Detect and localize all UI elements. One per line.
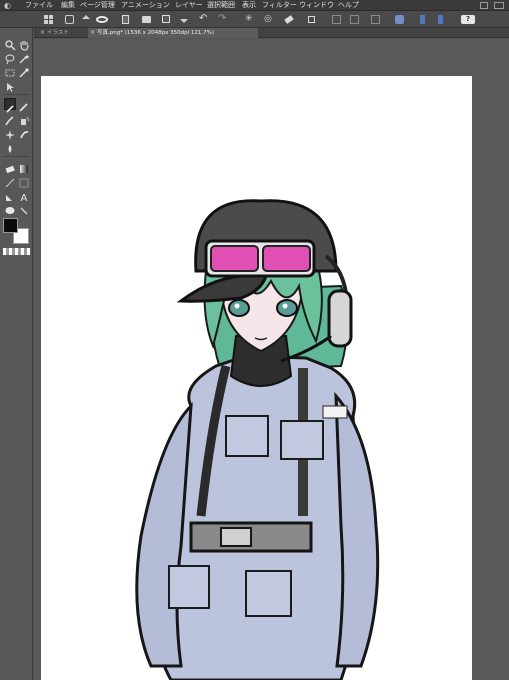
menu-page-management[interactable]: ページ管理 [80,0,115,11]
help-icon: ? [461,15,475,24]
zoom-tool-icon[interactable] [4,36,16,51]
zoom-step-button[interactable] [80,13,93,26]
menu-layer[interactable]: レイヤー [175,0,203,11]
new-file-button[interactable] [120,13,133,26]
document-tab-bar: × イラスト × 写真.png* (1536 x 2048px 350dpi 1… [34,28,509,38]
correction-tool-icon[interactable] [18,202,30,215]
blend-tool-button[interactable] [416,13,429,26]
canvas-workspace[interactable] [34,39,509,680]
pen-tool-icon[interactable] [4,98,16,113]
pencil-tool-icon[interactable] [18,98,30,112]
save-icon [162,15,170,23]
menu-help[interactable]: ヘルプ [338,0,359,11]
ruler-tool-icon[interactable] [4,188,16,201]
folder-icon [142,16,151,23]
hand-tool-icon[interactable] [18,36,30,51]
save-button[interactable] [160,13,173,26]
tool-palette: A [0,28,33,680]
command-bar: ↶ ↷ ✳ ◎ ? [0,11,509,28]
arrange-icon [180,19,188,23]
close-icon[interactable]: × [40,28,45,38]
selection-tool-3-button[interactable] [369,13,382,26]
workspace-grid-button[interactable] [42,13,55,26]
window-maximize-button[interactable] [494,2,504,9]
gradient-tool-icon[interactable] [18,160,30,173]
arrow-down-icon [438,15,443,24]
redo-button[interactable]: ↷ [216,13,229,26]
tool-separator [3,156,30,157]
decoration-tool-icon[interactable] [4,126,16,140]
blend-tool-icon[interactable] [18,126,30,139]
loading-button[interactable]: ✳ [243,13,256,26]
hand-mode-button[interactable] [63,13,76,26]
tab-illust[interactable]: × イラスト [38,28,88,38]
undo-icon: ↶ [199,13,208,24]
brush-tool-icon[interactable] [4,112,16,126]
grid-icon [44,15,53,24]
fill-tool-icon[interactable] [4,140,16,153]
selection-icon [350,15,359,24]
crop-icon [308,16,315,23]
selection-icon [332,15,341,24]
menu-selection[interactable]: 選択範囲 [207,0,235,11]
frame-border-tool-icon[interactable] [18,174,30,188]
crop-button[interactable] [305,13,318,26]
eyedropper-tool-icon[interactable] [18,64,30,78]
eraser-icon [284,15,294,24]
menu-animation[interactable]: アニメーション [121,0,170,11]
airbrush-tool-icon[interactable] [18,112,30,125]
erase-selection-button[interactable] [283,13,296,26]
menu-edit[interactable]: 編集 [61,0,75,11]
menu-bar: ◐ ファイル 編集 ページ管理 アニメーション レイヤー 選択範囲 表示 フィル… [0,0,509,11]
help-button[interactable]: ? [459,13,477,26]
tab-active-document[interactable]: × 写真.png* (1536 x 2048px 350dpi 121.7%) [88,28,258,38]
transform-icon: ◎ [264,14,272,24]
spinner-icon: ✳ [245,14,253,24]
eye-icon [96,16,108,23]
tab-label: 写真.png* (1536 x 2048px 350dpi 121.7%) [97,30,214,36]
menu-filter[interactable]: フィルター [262,0,297,11]
tab-label: イラスト [47,30,69,36]
menu-view[interactable]: 表示 [242,0,256,11]
figure-tool-icon[interactable] [4,174,16,188]
character-illustration [135,199,380,680]
window-minimize-button[interactable] [480,2,488,9]
fill-tool-button[interactable] [393,13,406,26]
arrow-down-icon [420,15,425,24]
stepper-icon [82,15,90,19]
menu-file[interactable]: ファイル [25,0,53,11]
app-logo-icon[interactable]: ◐ [4,1,13,10]
selection-tool-2-button[interactable] [348,13,361,26]
open-file-button[interactable] [140,13,153,26]
lasso-tool-icon[interactable] [4,50,16,65]
selection-icon [371,15,380,24]
transparent-color-swatch[interactable] [3,248,30,255]
selection-tool-1-button[interactable] [330,13,343,26]
object-tool-icon[interactable] [4,78,16,92]
companion-button[interactable] [94,13,111,26]
menu-window[interactable]: ウィンドウ [299,0,334,11]
arrange-button[interactable] [178,13,191,26]
hand-icon [65,15,74,24]
bucket-icon [395,15,404,24]
balloon-tool-icon[interactable] [4,202,16,214]
text-tool-icon[interactable]: A [18,188,30,204]
redo-icon: ↷ [218,13,227,24]
transform-button[interactable]: ◎ [262,13,275,26]
blend-tool-2-button[interactable] [434,13,447,26]
main-color-swatch[interactable] [3,218,18,233]
eraser-tool-icon[interactable] [4,160,16,174]
undo-button[interactable]: ↶ [197,13,210,26]
close-icon[interactable]: × [90,28,95,38]
drawing-canvas[interactable] [41,76,472,680]
magic-wand-icon[interactable] [18,50,30,64]
tool-separator [3,94,30,95]
new-file-icon [122,15,129,24]
selection-rect-icon[interactable] [4,64,16,77]
